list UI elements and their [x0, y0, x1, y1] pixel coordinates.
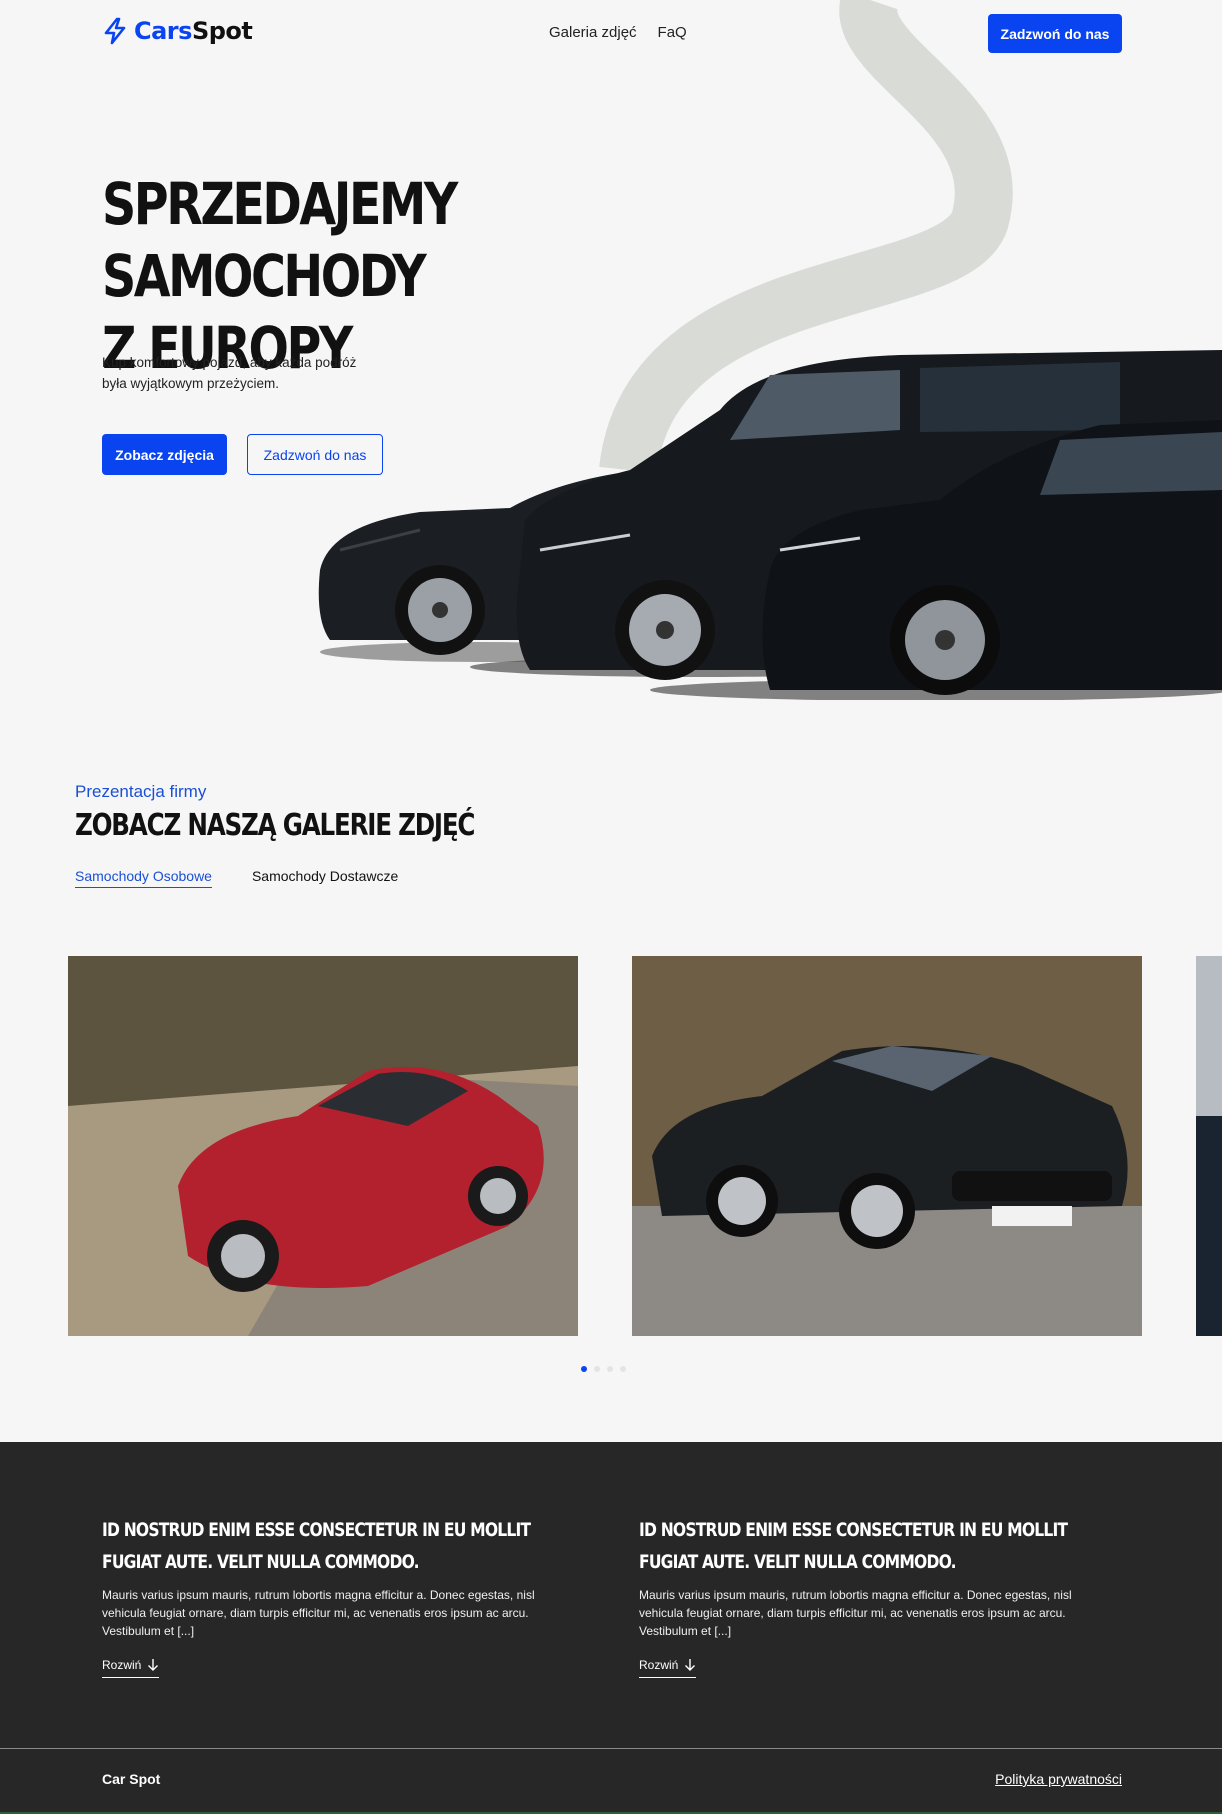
info-card-text: Mauris varius ipsum mauris, rutrum lobor… — [102, 1588, 535, 1638]
main-nav: Galeria zdjęć FaQ — [549, 24, 687, 41]
carousel-dot[interactable] — [594, 1366, 600, 1372]
logo[interactable]: CarsSpot — [102, 17, 253, 45]
gallery-photo-red-sports-car[interactable] — [68, 956, 578, 1336]
carousel-dots — [581, 1366, 626, 1372]
carousel-dot[interactable] — [607, 1366, 613, 1372]
call-us-button[interactable]: Zadzwoń do nas — [988, 14, 1122, 53]
site-header: CarsSpot Galeria zdjęć FaQ Zadzwoń do na… — [0, 0, 1222, 66]
expand-link-label: Rozwiń — [102, 1658, 142, 1672]
section-eyebrow: Prezentacja firmy — [75, 782, 207, 801]
logo-text: CarsSpot — [134, 17, 253, 45]
carousel-dot[interactable] — [581, 1366, 587, 1372]
privacy-policy-link[interactable]: Polityka prywatności — [995, 1771, 1122, 1787]
gallery-title: ZOBACZ NASZĄ GALERIE ZDJĘĆ — [75, 808, 475, 843]
tab-passenger-cars[interactable]: Samochody Osobowe — [75, 868, 212, 888]
carousel-dot[interactable] — [620, 1366, 626, 1372]
arrow-down-icon — [685, 1659, 696, 1671]
info-card: ID NOSTRUD ENIM ESSE CONSECTETUR IN EU M… — [639, 1514, 1109, 1678]
hero-subtitle: Kup komfortowy pojazd, aby każda podróż … — [102, 355, 357, 391]
hero-title-line1: SPRZEDAJEMY SAMOCHODY — [102, 170, 458, 310]
see-photos-button[interactable]: Zobacz zdjęcia — [102, 434, 227, 475]
nav-item-faq[interactable]: FaQ — [658, 24, 687, 41]
expand-link[interactable]: Rozwiń — [102, 1658, 160, 1678]
nav-item-gallery[interactable]: Galeria zdjęć — [549, 24, 637, 41]
bolt-icon — [104, 17, 126, 45]
hero-call-button[interactable]: Zadzwoń do nas — [247, 434, 383, 475]
tab-vans[interactable]: Samochody Dostawcze — [252, 868, 398, 888]
expand-link-label: Rozwiń — [639, 1658, 679, 1672]
info-card-title: ID NOSTRUD ENIM ESSE CONSECTETUR IN EU M… — [639, 1519, 1068, 1573]
footer-brand: Car Spot — [102, 1771, 161, 1787]
gallery-photo-black-convertible[interactable] — [632, 956, 1142, 1336]
arrow-down-icon — [148, 1659, 159, 1671]
expand-link[interactable]: Rozwiń — [639, 1658, 697, 1678]
info-card-title: ID NOSTRUD ENIM ESSE CONSECTETUR IN EU M… — [102, 1519, 531, 1573]
gallery-tabs: Samochody Osobowe Samochody Dostawcze — [75, 868, 398, 888]
hero-cars-image — [318, 350, 1222, 700]
info-card-text: Mauris varius ipsum mauris, rutrum lobor… — [639, 1588, 1072, 1638]
gallery-photo-partial[interactable] — [1196, 956, 1222, 1336]
site-footer: Car Spot Polityka prywatności — [0, 1748, 1222, 1814]
info-card: ID NOSTRUD ENIM ESSE CONSECTETUR IN EU M… — [102, 1514, 572, 1678]
